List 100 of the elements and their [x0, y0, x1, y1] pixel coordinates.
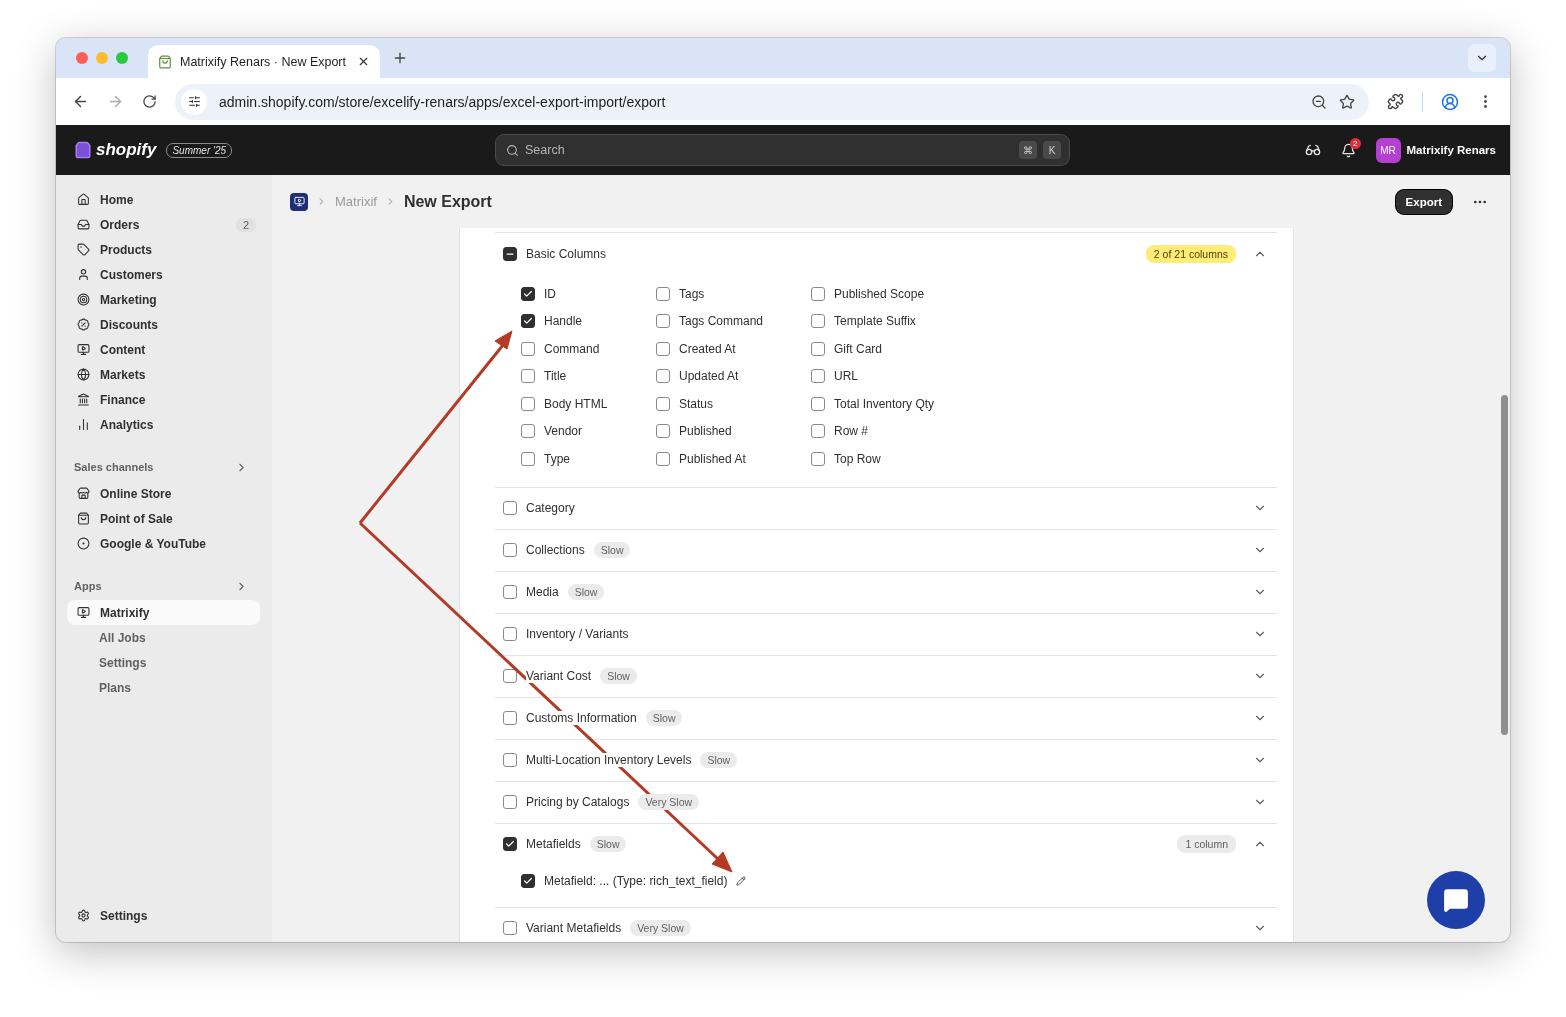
nav-item[interactable]: Analytics [67, 412, 260, 437]
metafield-label[interactable]: Metafield: ... (Type: rich_text_field) [544, 873, 728, 888]
chat-button[interactable] [1427, 871, 1485, 929]
checkbox[interactable] [521, 314, 535, 329]
nav-subitem[interactable]: Settings [67, 650, 260, 675]
section-label[interactable]: Pricing by Catalogs [526, 795, 630, 809]
nav-subitem[interactable]: Plans [67, 675, 260, 700]
avatar[interactable]: MR [1375, 137, 1401, 163]
checkbox[interactable] [811, 424, 825, 439]
checkbox[interactable] [503, 543, 517, 557]
checkbox[interactable] [503, 837, 517, 851]
checkbox[interactable] [656, 451, 670, 466]
section-label[interactable]: Collections [526, 543, 585, 557]
checkbox[interactable] [521, 286, 535, 301]
column-label[interactable]: URL [834, 369, 858, 384]
column-label[interactable]: Row # [834, 424, 868, 439]
column-label[interactable]: Type [544, 451, 570, 466]
section-label[interactable]: Variant Metafields [526, 921, 622, 935]
nav-item[interactable]: Content [67, 337, 260, 362]
address-bar[interactable]: admin.shopify.com/store/excelify-renars/apps/excel-export-import/export [175, 83, 1369, 120]
checkbox[interactable] [503, 246, 517, 261]
star-icon[interactable] [1339, 93, 1355, 110]
column-label[interactable]: Gift Card [834, 341, 882, 356]
nav-item[interactable]: Marketing [67, 287, 260, 312]
section-label[interactable]: Inventory / Variants [526, 627, 629, 641]
checkbox[interactable] [811, 341, 825, 356]
section-label[interactable]: Customs Information [526, 711, 637, 725]
site-settings-icon[interactable] [181, 88, 207, 115]
column-label[interactable]: Handle [544, 314, 583, 329]
checkbox[interactable] [503, 627, 517, 641]
column-label[interactable]: Updated At [679, 369, 739, 384]
store-name[interactable]: Matrixify Renars [1406, 144, 1496, 156]
scrollbar-thumb[interactable] [1501, 395, 1508, 735]
checkbox[interactable] [656, 369, 670, 384]
column-label[interactable]: Published [679, 424, 732, 439]
checkbox[interactable] [521, 424, 535, 439]
column-label[interactable]: Tags [679, 286, 705, 301]
checkbox[interactable] [811, 286, 825, 301]
edition-badge[interactable]: Summer '25 [166, 142, 233, 158]
nav-item[interactable]: Point of Sale [67, 506, 260, 531]
close-tab-icon[interactable] [357, 55, 370, 68]
column-label[interactable]: Created At [679, 341, 736, 356]
nav-item[interactable]: Google & YouTube [67, 531, 260, 556]
checkbox[interactable] [521, 396, 535, 411]
checkbox[interactable] [503, 501, 517, 515]
section-label[interactable]: Media [526, 585, 559, 599]
nav-item[interactable]: Online Store [67, 481, 260, 506]
back-icon[interactable] [72, 93, 89, 110]
nav-item[interactable]: Settings [67, 903, 260, 928]
checkbox[interactable] [503, 585, 517, 599]
section-label[interactable]: Metafields [526, 837, 581, 851]
nav-item[interactable]: Products [67, 237, 260, 262]
nav-item[interactable]: Markets [67, 362, 260, 387]
nav-item[interactable]: Finance [67, 387, 260, 412]
column-label[interactable]: Template Suffix [834, 314, 916, 329]
section-label[interactable]: Category [526, 501, 575, 515]
section-label[interactable]: Basic Columns [526, 246, 607, 261]
nav-item[interactable]: Customers [67, 262, 260, 287]
checkbox[interactable] [503, 795, 517, 809]
checkbox[interactable] [656, 424, 670, 439]
checkbox[interactable] [503, 921, 517, 935]
zoom-icon[interactable] [1311, 93, 1327, 110]
forward-icon[interactable] [107, 93, 124, 110]
close-window-icon[interactable] [76, 52, 88, 64]
checkbox[interactable] [656, 396, 670, 411]
profile-icon[interactable] [1441, 92, 1459, 111]
column-label[interactable]: Vendor [544, 424, 583, 439]
checkbox[interactable] [656, 314, 670, 329]
checkbox[interactable] [503, 669, 517, 683]
checkbox[interactable] [521, 369, 535, 384]
checkbox[interactable] [521, 341, 535, 356]
column-label[interactable]: Total Inventory Qty [834, 396, 935, 411]
notifications-icon[interactable] [1340, 142, 1356, 158]
column-label[interactable]: Body HTML [544, 396, 608, 411]
section-label[interactable]: Multi-Location Inventory Levels [526, 753, 692, 767]
export-button[interactable]: Export [1395, 189, 1452, 214]
app-logo[interactable] [290, 192, 308, 211]
search-field[interactable]: Search ⌘ K [495, 134, 1070, 166]
checkbox[interactable] [656, 341, 670, 356]
column-label[interactable]: Published At [679, 451, 746, 466]
reload-icon[interactable] [142, 94, 157, 109]
new-tab-icon[interactable] [392, 50, 408, 66]
glasses-icon[interactable] [1304, 142, 1321, 158]
checkbox[interactable] [811, 369, 825, 384]
column-label[interactable]: Title [544, 369, 567, 384]
extensions-icon[interactable] [1387, 93, 1404, 110]
section-label[interactable]: Variant Cost [526, 669, 592, 683]
nav-item[interactable]: Home [67, 187, 260, 212]
column-label[interactable]: Status [679, 396, 714, 411]
checkbox[interactable] [503, 711, 517, 725]
nav-item[interactable]: Orders 2 [67, 212, 260, 237]
column-label[interactable]: Published Scope [834, 286, 925, 301]
column-label[interactable]: Top Row [834, 451, 881, 466]
checkbox[interactable] [521, 451, 535, 466]
nav-item[interactable]: Matrixify [67, 600, 260, 625]
checkbox[interactable] [503, 753, 517, 767]
column-label[interactable]: Command [544, 341, 600, 356]
nav-subitem[interactable]: All Jobs [67, 625, 260, 650]
column-label[interactable]: ID [544, 286, 556, 301]
checkbox[interactable] [811, 396, 825, 411]
